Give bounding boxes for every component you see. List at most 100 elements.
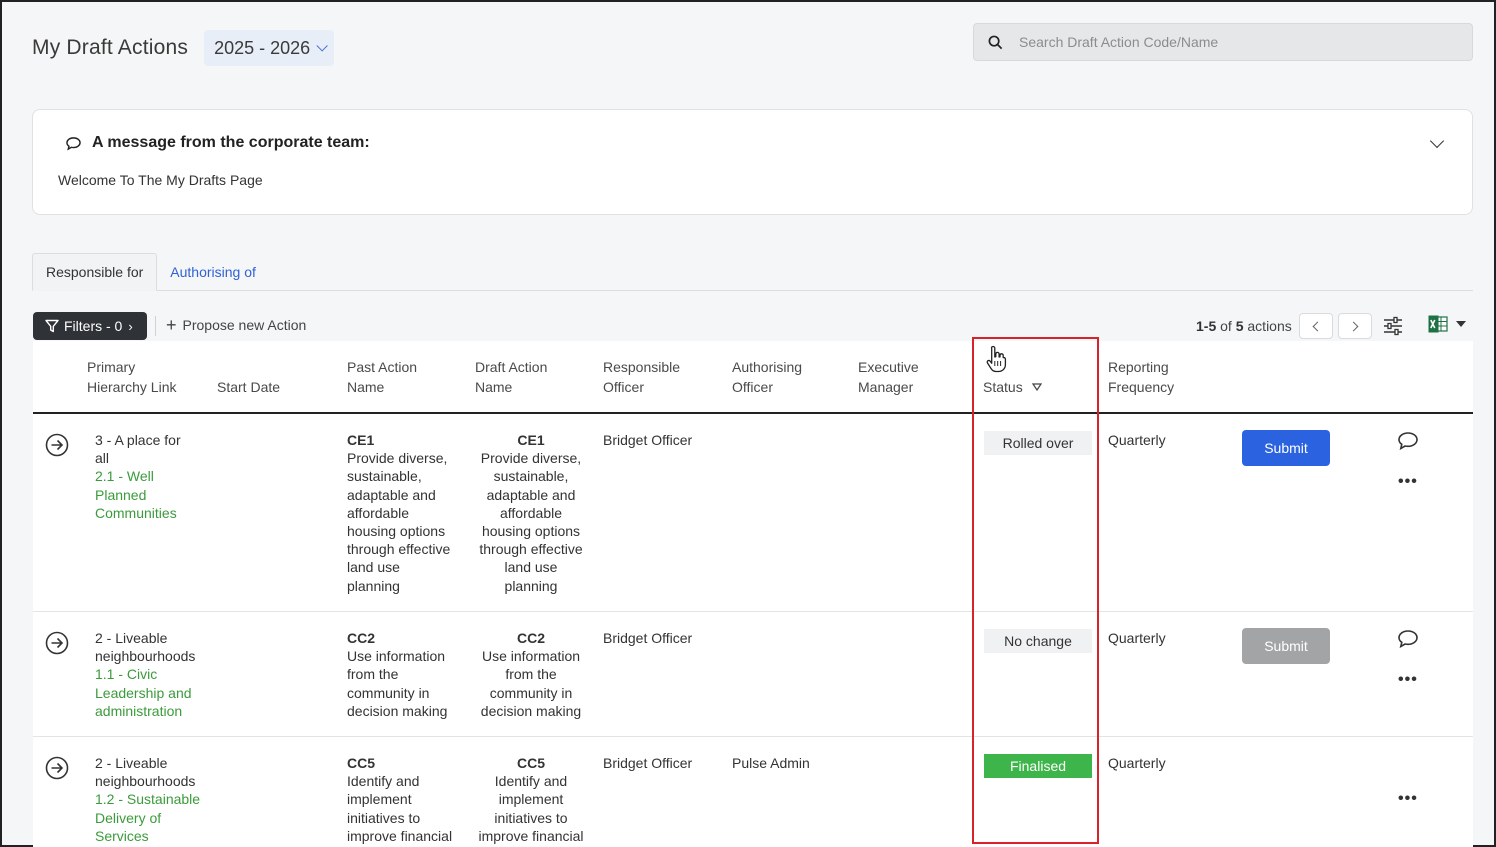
draft-action-code: CC5 [516,755,545,771]
past-action-line: through effective [347,541,451,558]
reporting-frequency-cell: Quarterly [1108,432,1166,448]
filters-button[interactable]: Filters - 0 › [33,312,147,340]
search-input[interactable] [1019,34,1459,50]
hierarchy-link[interactable]: 2.1 - Well Planned Communities [95,467,181,522]
chevron-left-icon [1312,321,1323,331]
column-header-line: Primary [87,359,136,375]
draft-action-code: CE1 [517,432,545,448]
past-action-line: initiatives to [347,809,421,826]
column-header-reporting-frequency[interactable]: Reporting Frequency [1108,357,1174,397]
column-header-past-action-name[interactable]: Past Action Name [347,357,417,397]
responsible-officer-cell: Bridget Officer [603,432,693,448]
collapse-chevron-icon[interactable] [1429,133,1445,149]
toolbar-divider [155,316,156,336]
column-header-line: Manager [858,379,914,395]
pagination-range: 1-5 [1196,318,1217,334]
past-action-code: CE1 [347,432,375,448]
past-action-cell: CE1 Provide diverse, sustainable, adapta… [347,431,450,595]
message-body: Welcome To The My Drafts Page [58,172,263,188]
draft-action-line: housing options [481,523,581,540]
excel-export-button[interactable] [1428,315,1466,333]
plus-icon: + [166,315,177,335]
arrow-right-circle-icon[interactable] [45,631,69,655]
draft-action-line: affordable [499,504,562,521]
draft-action-code: CC2 [516,630,545,646]
column-header-line: Officer [603,379,644,395]
past-action-line: community in [347,684,430,701]
page-title: My Draft Actions [32,36,189,59]
more-options-icon[interactable]: ••• [1398,474,1418,490]
chevron-right-icon [1348,321,1359,331]
column-header-line: Past Action [347,359,418,375]
hierarchy-link[interactable]: 1.2 - Sustainable Delivery of Services [95,790,200,845]
column-header-draft-action-name[interactable]: Draft Action Name [475,357,547,397]
table-toolbar: Filters - 0 › + Propose new Action 1-5 o… [33,312,1473,340]
propose-new-action-button[interactable]: + Propose new Action [166,315,306,335]
submit-button-disabled[interactable]: Submit [1242,628,1330,664]
draft-action-line: Use information [481,648,581,665]
comment-icon[interactable] [1397,629,1419,649]
search-bar [973,23,1473,61]
draft-action-cell: CC5 Identify and implement initiatives t… [473,754,589,845]
column-header-line: Hierarchy Link [87,379,177,395]
past-action-line: planning [347,577,400,594]
pagination-unit: actions [1247,318,1292,334]
tab-authorising-of[interactable]: Authorising of [157,253,269,291]
submit-button[interactable]: Submit [1242,430,1330,466]
hierarchy-link[interactable]: 1.1 - Civic Leadership and administratio… [95,665,195,720]
draft-action-line: sustainable, [493,468,569,485]
column-header-authorising-officer[interactable]: Authorising Officer [732,357,802,397]
column-header-line: Draft Action [475,359,548,375]
message-heading: A message from the corporate team: [65,134,370,152]
column-header-line: Reporting [1108,359,1169,375]
tab-bar: Responsible for Authorising of [32,253,1473,291]
status-badge: Rolled over [984,431,1092,455]
past-action-line: affordable [347,504,410,521]
column-header-start-date[interactable]: Start Date [217,377,280,397]
next-page-button[interactable] [1338,313,1372,339]
draft-action-line: planning [504,577,558,594]
draft-action-line: through effective [479,541,583,558]
chevron-right-icon: › [128,318,133,334]
tab-responsible-for[interactable]: Responsible for [32,253,158,291]
pagination-total: 5 [1235,318,1244,334]
past-action-cell: CC5 Identify and implement initiatives t… [347,754,452,845]
comment-icon[interactable] [1397,431,1419,451]
draft-action-line: implement [498,791,564,808]
arrow-right-circle-icon[interactable] [45,433,69,457]
status-badge: Finalised [984,754,1092,778]
past-action-line: Identify and [347,773,420,790]
draft-action-line: Identify and [494,773,568,790]
arrow-right-circle-icon[interactable] [45,756,69,780]
column-header-status[interactable]: Status [983,377,1042,397]
pagination-summary: 1-5 of 5 actions [1196,318,1292,334]
column-header-executive-manager[interactable]: Executive Manager [858,357,919,397]
hierarchy-line: 3 - A place for [95,432,181,448]
past-action-line: Provide diverse, [347,450,448,467]
column-header-responsible-officer[interactable]: Responsible Officer [603,357,680,397]
previous-page-button[interactable] [1299,313,1333,339]
past-action-line: sustainable, [347,468,422,485]
past-action-line: land use [347,559,400,576]
draft-action-line: from the [505,666,557,683]
hierarchy-link-line: Delivery of [95,809,162,826]
pagination-of: of [1220,318,1232,334]
past-action-line: Use information [347,648,446,665]
past-action-line: decision making [347,702,448,719]
page-header: My Draft Actions 2025 - 2026 [32,30,335,66]
more-options-icon[interactable]: ••• [1398,672,1418,688]
hierarchy-line: neighbourhoods [95,773,196,790]
year-select[interactable]: 2025 - 2026 [204,30,335,66]
column-header-primary-hierarchy[interactable]: Primary Hierarchy Link [87,357,176,397]
more-options-icon[interactable]: ••• [1398,791,1418,807]
hierarchy-link-line: Leadership and [95,684,192,701]
hierarchy-link-line: 1.2 - Sustainable [95,791,201,808]
sort-down-icon [1031,383,1042,391]
reporting-frequency-cell: Quarterly [1108,755,1166,771]
hierarchy-cell: 3 - A place for all 2.1 - Well Planned C… [95,431,181,522]
table-row: 2 - Liveable neighbourhoods 1.2 - Sustai… [33,737,1473,847]
caret-down-icon [1456,321,1466,327]
draft-action-line: improve financial [478,827,584,844]
excel-icon [1428,315,1448,333]
column-settings-icon[interactable] [1383,316,1403,336]
